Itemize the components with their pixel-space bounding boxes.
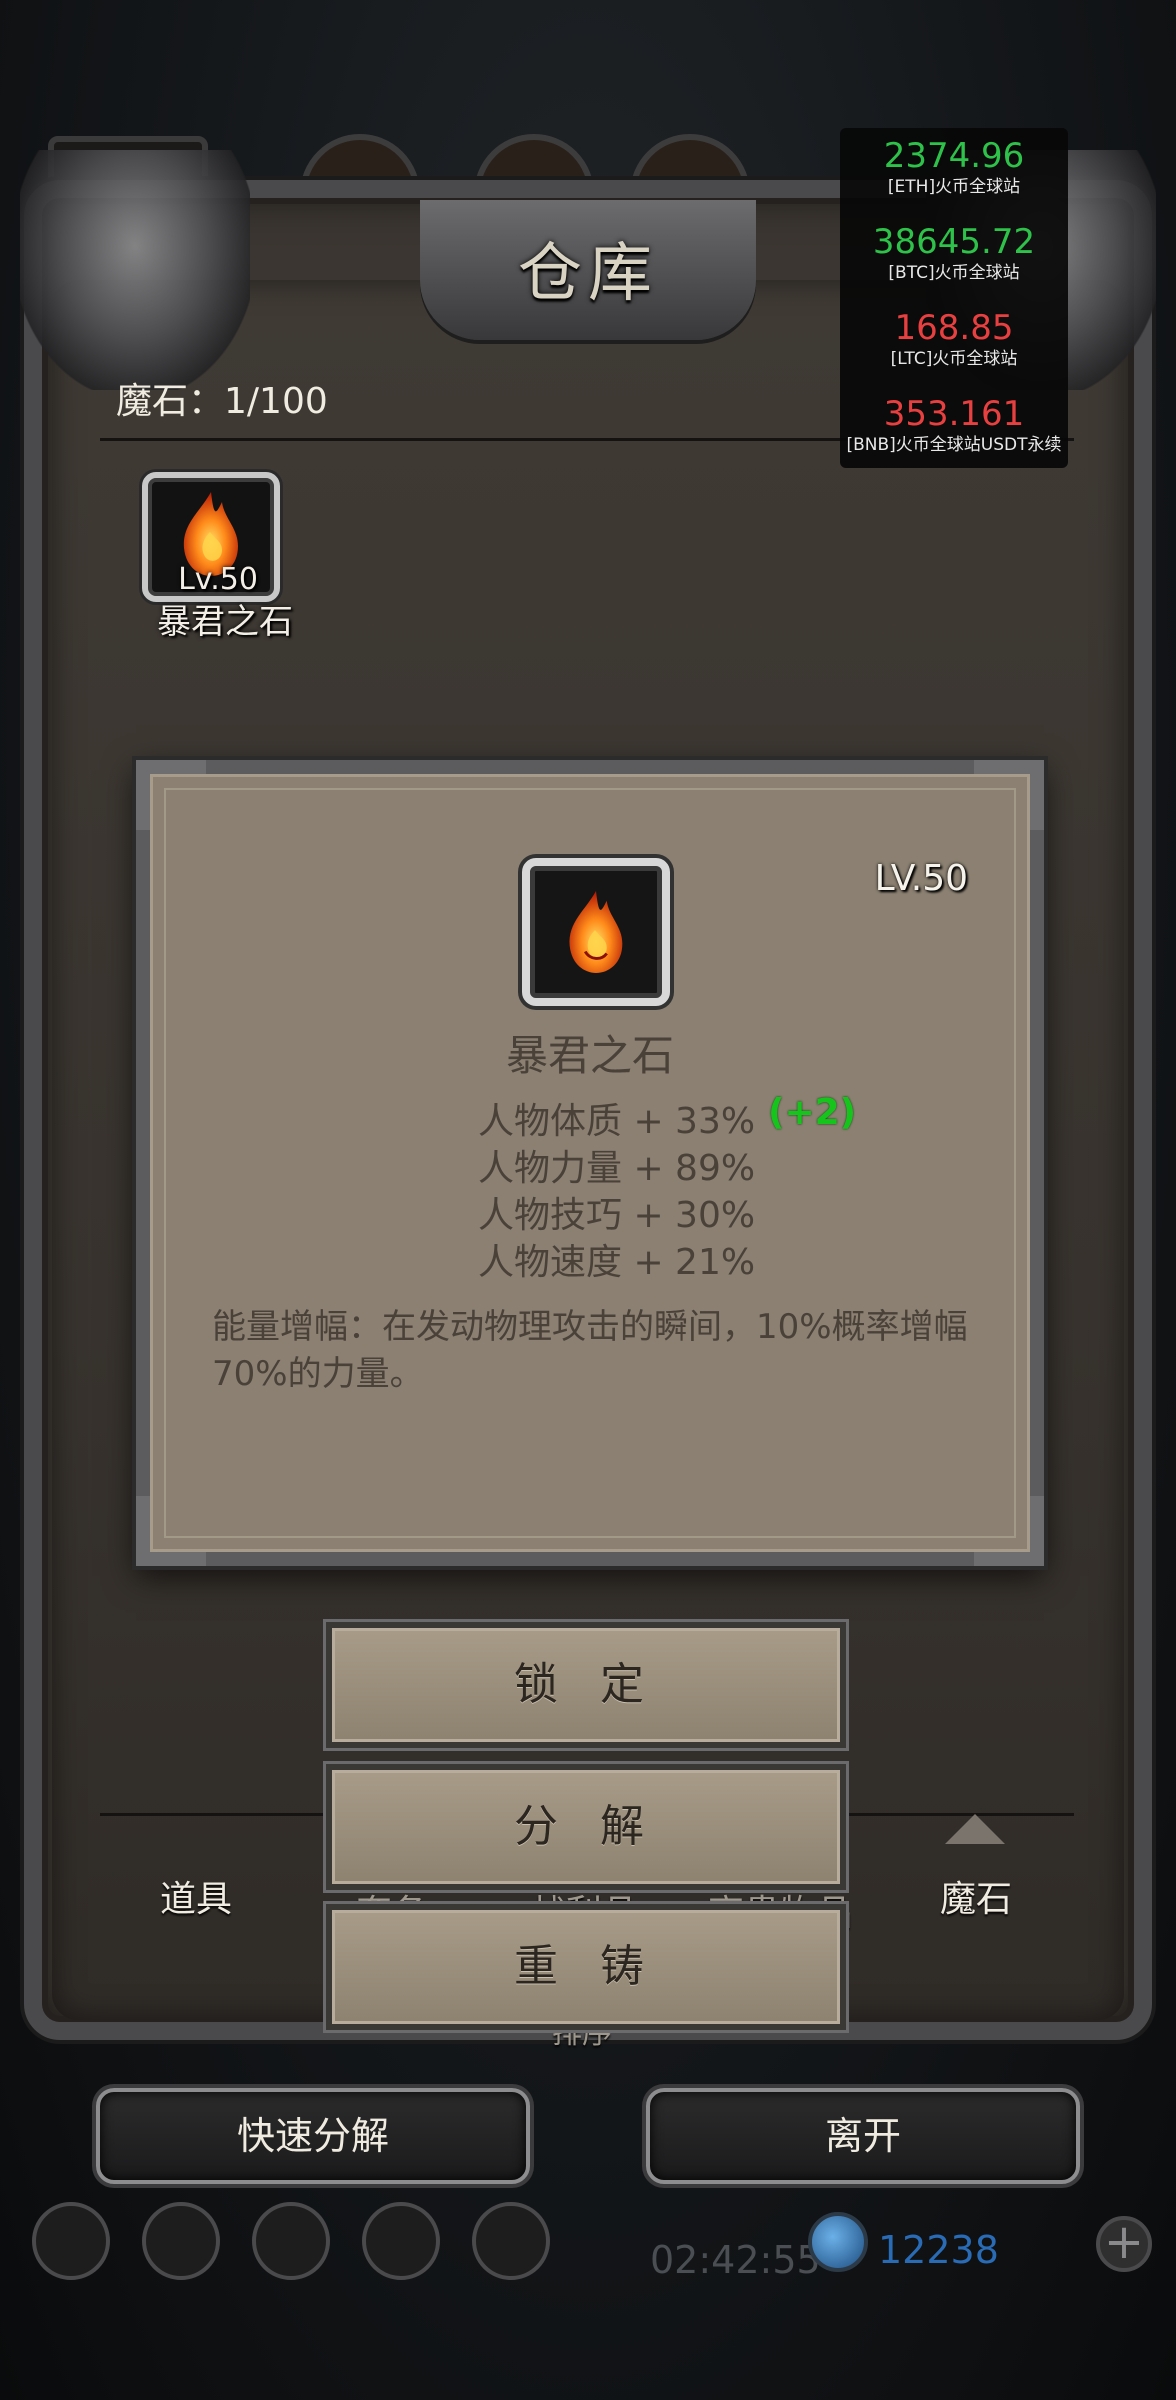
stat-text: 人物力量 + 89%	[478, 1148, 756, 1189]
leave-button[interactable]: 离开	[646, 2088, 1080, 2184]
ticker-label: [BNB]火币全球站USDT永续	[846, 435, 1062, 455]
gem-icon	[808, 2212, 868, 2272]
stat-row: 人物力量 + 89%	[478, 1139, 756, 1189]
ticker-label: [ETH]火币全球站	[887, 177, 1021, 197]
lock-button[interactable]: 锁 定	[326, 1622, 846, 1748]
window-title: 仓库	[518, 237, 658, 311]
ticker-entry: 353.161 [BNB]火币全球站USDT永续	[840, 394, 1068, 456]
ticker-label: [BTC]火币全球站	[888, 263, 1020, 283]
corner-ornament	[974, 760, 1044, 830]
item-level: Lv.50	[178, 562, 258, 597]
stat-bonus: (+2)	[768, 1092, 857, 1133]
detail-item-name: 暴君之石	[505, 1031, 674, 1080]
corner-ornament	[136, 760, 206, 830]
item-detail-panel: LV.50 暴君之石 人物体质 + 33% (+2) 人物力量 + 89% 人物…	[136, 760, 1044, 1566]
corner-ornament	[136, 1496, 206, 1566]
dragon-ornament-left	[20, 150, 250, 390]
ticker-entry: 38645.72 [BTC]火币全球站	[840, 222, 1068, 284]
decompose-button[interactable]: 分 解	[326, 1764, 846, 1890]
item-effect-description: 能量增幅：在发动物理攻击的瞬间，10%概率增幅70%的力量。	[212, 1307, 968, 1394]
ticker-price: 168.85	[894, 308, 1014, 348]
stat-row: 人物速度 + 21%	[478, 1233, 756, 1283]
flame-gem-icon	[569, 891, 623, 973]
ticker-entry: 168.85 [LTC]火币全球站	[840, 308, 1068, 370]
tab-magic-stone[interactable]: 魔石	[940, 1870, 1012, 1922]
stat-list: 人物体质 + 33% (+2) 人物力量 + 89% 人物技巧 + 30% 人物…	[478, 1092, 856, 1283]
countdown-timer: 02:42:55	[650, 2238, 821, 2282]
ticker-price: 353.161	[883, 394, 1025, 434]
ticker-price: 38645.72	[872, 222, 1036, 262]
box-icon[interactable]	[472, 2202, 550, 2280]
magic-stone-count: 魔石：1/100	[116, 381, 328, 422]
corner-ornament	[974, 1496, 1044, 1566]
ticker-label: [LTC]火币全球站	[890, 349, 1018, 369]
detail-level: LV.50	[874, 858, 968, 899]
stat-row: 人物体质 + 33% (+2)	[478, 1092, 856, 1142]
stat-row: 人物技巧 + 30%	[478, 1186, 756, 1236]
ticker-price: 2374.96	[883, 136, 1025, 176]
price-ticker-overlay: 2374.96 [ETH]火币全球站 38645.72 [BTC]火币全球站 1…	[840, 128, 1068, 468]
tab-items[interactable]: 道具	[160, 1870, 232, 1922]
achievement-icon[interactable]	[142, 2202, 220, 2280]
ticker-entry: 2374.96 [ETH]火币全球站	[840, 136, 1068, 198]
recast-button[interactable]: 重 铸	[326, 1904, 846, 2030]
detail-item-icon	[522, 858, 670, 1006]
stat-text: 人物体质 + 33%	[478, 1101, 756, 1142]
guild-icon[interactable]	[252, 2202, 330, 2280]
settings-icon[interactable]	[32, 2202, 110, 2280]
stat-text: 人物技巧 + 30%	[478, 1195, 756, 1236]
inventory-slot[interactable]: Lv.50	[142, 472, 280, 602]
stat-text: 人物速度 + 21%	[478, 1242, 756, 1283]
item-name: 暴君之石	[157, 602, 293, 642]
mail-icon[interactable]	[362, 2202, 440, 2280]
gem-count: 12238	[878, 2228, 999, 2272]
quick-decompose-button[interactable]: 快速分解	[96, 2088, 530, 2184]
add-gems-icon[interactable]: +	[1096, 2216, 1152, 2272]
